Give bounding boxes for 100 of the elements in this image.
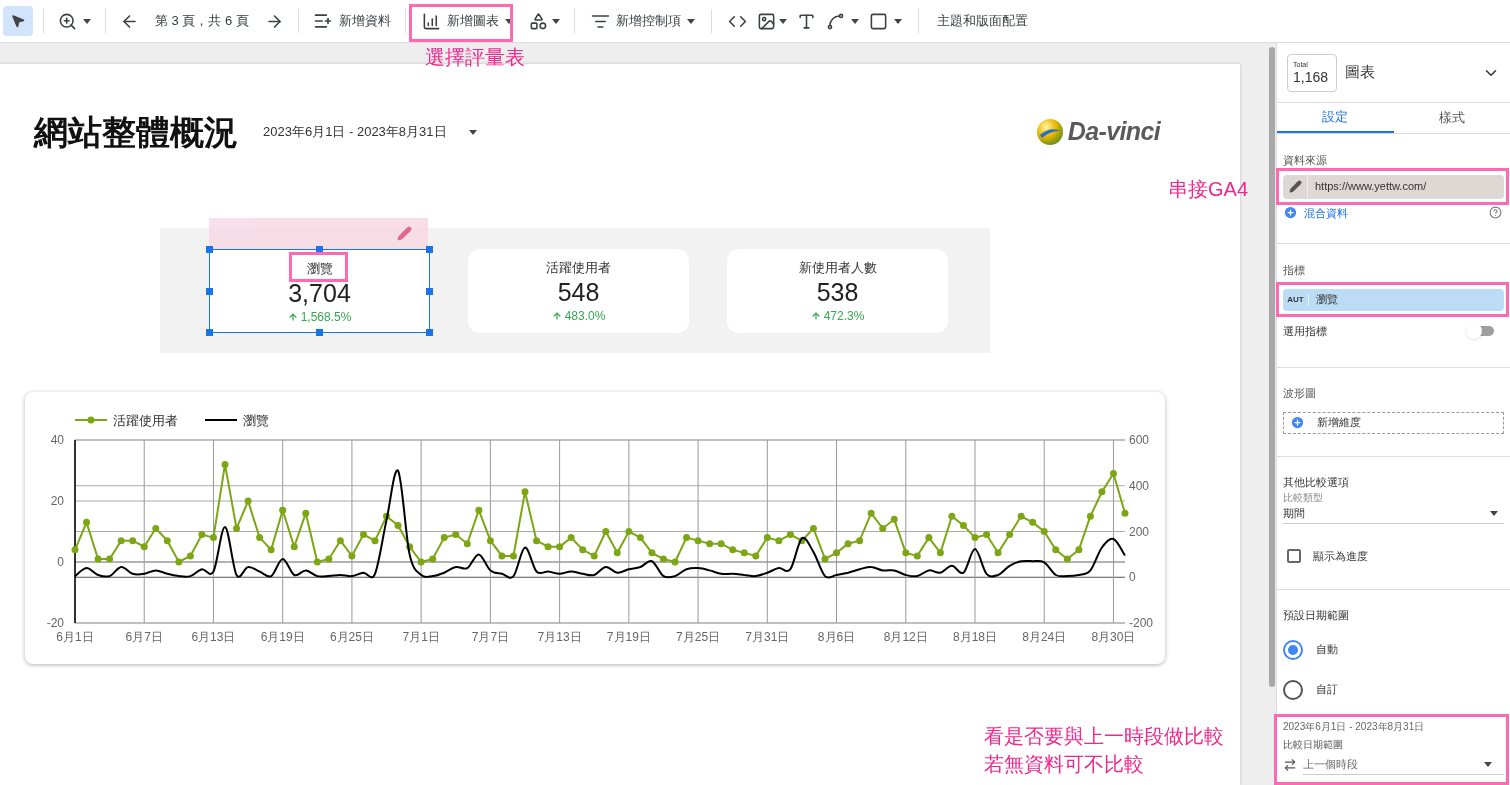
caret-icon: [850, 18, 859, 24]
axis-tick-label: 8月6日: [817, 630, 856, 644]
section-label: 波形圖: [1283, 386, 1317, 401]
axis-tick-label: 7月7日: [471, 630, 510, 644]
caret-icon: [893, 18, 902, 24]
panel-tab[interactable]: 設定: [1277, 103, 1394, 133]
up-arrow-icon: [810, 311, 821, 321]
legend-item: 瀏覽: [204, 413, 269, 428]
resize-handle[interactable]: [426, 246, 433, 253]
theme-layout-button[interactable]: 主題和版面配置: [928, 6, 1036, 36]
shapes-icon: [528, 11, 548, 31]
compare-range-select[interactable]: 上一個時段: [1303, 755, 1504, 775]
scorecard[interactable]: 活躍使用者 548 483.0%: [468, 249, 689, 333]
up-arrow-icon: [287, 312, 298, 322]
optional-metric-toggle[interactable]: [1468, 325, 1494, 336]
scorecard-delta: 1,568.5%: [300, 309, 352, 326]
scrollbar-thumb[interactable]: [1269, 47, 1275, 687]
pointer-tool[interactable]: [3, 6, 33, 36]
axis-tick-label: 8月30日: [1091, 630, 1136, 644]
axis-tick-label: 6月19日: [260, 630, 305, 644]
axis-tick-label: 200: [1129, 524, 1150, 539]
add-data-button[interactable]: 新增資料: [308, 6, 395, 36]
scorecard[interactable]: 新使用者人數 538 472.3%: [727, 249, 948, 333]
checkbox-label: 顯示為進度: [1313, 549, 1368, 564]
caret-icon: [83, 18, 91, 24]
checkbox[interactable]: [1287, 549, 1301, 564]
comparison-type-select[interactable]: 期間: [1283, 504, 1504, 524]
axis-tick-label: 6月7日: [125, 630, 163, 644]
annotation-text: 若無資料可不比較: [984, 752, 1145, 777]
resize-handle[interactable]: [206, 329, 213, 336]
axis-tick-label: 8月24日: [1022, 630, 1067, 644]
axis-tick-label: 40: [50, 433, 64, 447]
caret-icon: [1484, 762, 1492, 767]
logo-icon: [1035, 118, 1064, 146]
scorecard-label: 新使用者人數: [798, 259, 877, 277]
axis-tick-label: 7月1日: [402, 630, 440, 644]
resize-handle[interactable]: [206, 246, 213, 253]
panel-tab[interactable]: 樣式: [1393, 103, 1510, 133]
axis-tick-label: 6月1日: [56, 630, 94, 644]
resize-handle[interactable]: [426, 329, 433, 336]
axis-tick-label: 0: [1129, 570, 1136, 585]
axis-tick-label: 7月19日: [606, 630, 651, 644]
add-chart-button[interactable]: 新增圖表: [415, 6, 519, 36]
axis-tick-label: 0: [57, 555, 64, 569]
pencil-icon: [1288, 180, 1302, 193]
scorecard-label: 活躍使用者: [546, 259, 611, 277]
radio-label: 自動: [1316, 642, 1338, 658]
caret-icon: [1490, 511, 1498, 516]
plus-icon: [1290, 415, 1305, 430]
pointer-icon: [10, 13, 26, 29]
axis-tick-label: 20: [50, 494, 64, 508]
toggle-label: 選用指標: [1283, 323, 1327, 339]
date-range-picker[interactable]: 2023年6月1日 - 2023年8月31日: [263, 122, 477, 142]
data-source-field[interactable]: https://www.yettw.com/: [1283, 174, 1504, 199]
scorecard-label: 瀏覽: [306, 260, 333, 278]
up-arrow-icon: [551, 311, 562, 321]
axis-tick-label: 600: [1129, 433, 1150, 447]
metric-type-tag: AUT: [1283, 293, 1309, 306]
axis-tick-label: -20: [46, 616, 64, 630]
swap-arrows-icon: [1283, 758, 1297, 772]
field-label: 比較日期範圍: [1283, 739, 1344, 751]
legend-item: 活躍使用者: [74, 413, 178, 428]
axis-tick-label: 8月12日: [883, 630, 928, 644]
section-label: 資料來源: [1283, 153, 1328, 168]
image-icon: [756, 11, 776, 31]
annotation-text: 看是否要與上一時段做比較: [984, 724, 1224, 749]
metric-chip[interactable]: AUT 瀏覽: [1283, 288, 1504, 311]
thumbnail-value: 1,168: [1293, 68, 1330, 85]
line-icon: [825, 11, 845, 31]
annotation-text: 串接GA4: [1168, 177, 1249, 202]
report-title: 網站整體概況: [34, 112, 238, 152]
resize-handle[interactable]: [316, 246, 323, 253]
caret-icon: [686, 18, 695, 24]
resize-handle[interactable]: [316, 329, 323, 336]
current-date-range: 2023年6月1日 - 2023年8月31日: [1283, 721, 1426, 733]
square-icon: [868, 11, 888, 31]
axis-tick-label: 6月13日: [191, 630, 236, 644]
legend-label: 活躍使用者: [113, 413, 178, 428]
resize-handle[interactable]: [206, 288, 213, 295]
axis-tick-label: -200: [1129, 616, 1154, 630]
scorecard[interactable]: 瀏覽 3,704 1,568.5%: [209, 249, 430, 333]
highlight-frame: [289, 252, 348, 282]
add-data-icon: [312, 11, 333, 31]
axis-tick-label: 7月25日: [676, 630, 721, 644]
scorecard-value: 3,704: [288, 278, 351, 308]
radio-button[interactable]: [1283, 639, 1303, 660]
caret-icon: [504, 18, 513, 24]
annotation-text: 選擇評量表: [425, 45, 525, 70]
caret-icon: [468, 129, 477, 135]
scorecard-value: 538: [816, 277, 859, 307]
help-icon[interactable]: [1489, 206, 1502, 220]
blend-data-link[interactable]: 混合資料: [1304, 204, 1348, 221]
resize-handle[interactable]: [426, 288, 433, 295]
radio-button[interactable]: [1283, 679, 1303, 700]
add-control-button[interactable]: 新增控制項: [584, 6, 701, 36]
caret-icon: [778, 18, 787, 24]
edit-icon[interactable]: [397, 226, 412, 241]
section-label: 預設日期範圍: [1283, 607, 1350, 623]
add-dimension-button[interactable]: 新增維度: [1283, 411, 1504, 434]
add-chart-icon: [421, 11, 441, 31]
